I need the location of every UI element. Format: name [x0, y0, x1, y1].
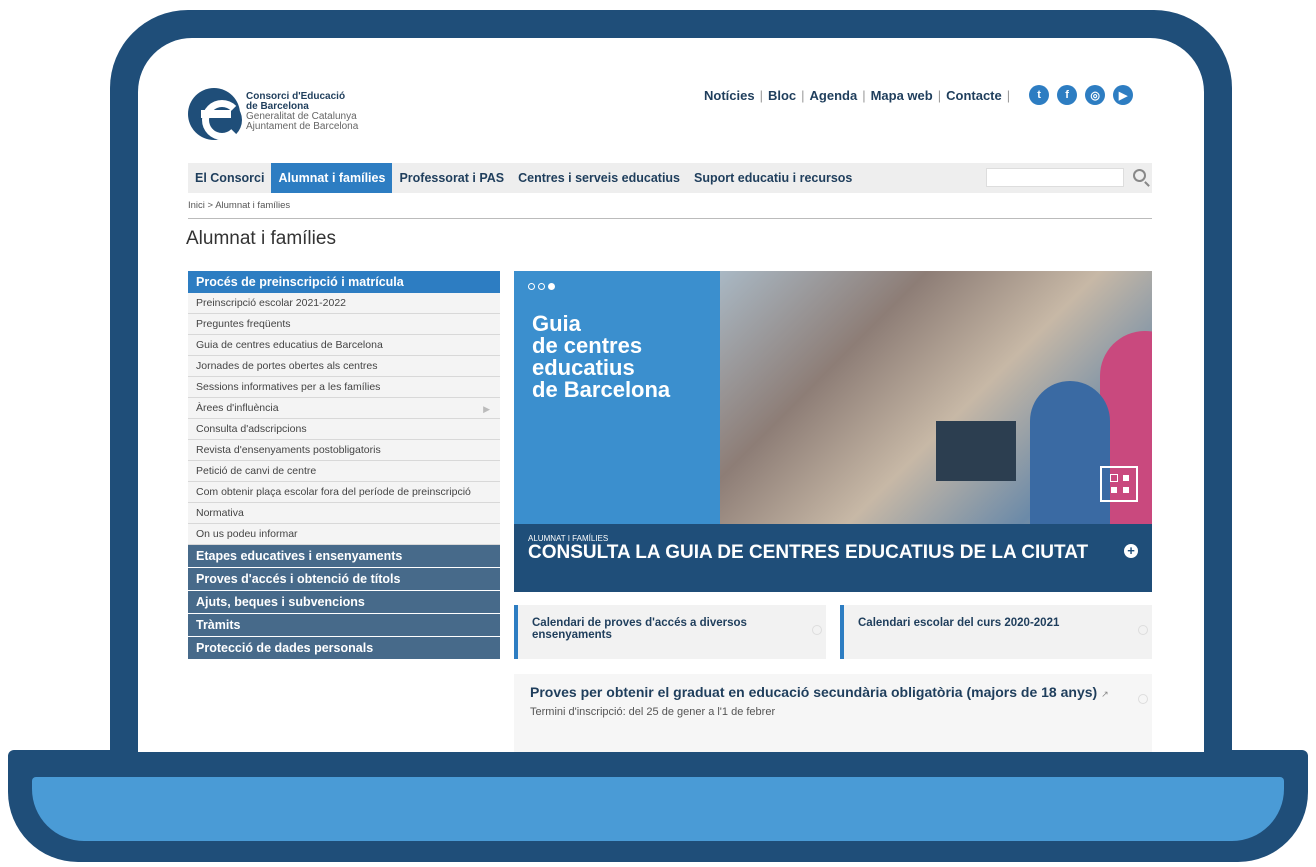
sidebar-item[interactable]: Guia de centres educatius de Barcelona: [188, 335, 500, 356]
card-title: Calendari de proves d'accés a diversos e…: [532, 617, 747, 641]
nav-centres-serveis[interactable]: Centres i serveis educatius: [511, 163, 687, 193]
nav-alumnat-families[interactable]: Alumnat i famílies: [271, 163, 393, 193]
sidebar-item[interactable]: Jornades de portes obertes als centres: [188, 356, 500, 377]
laptop-base-top: [32, 777, 1284, 841]
hero-title-line: educatius: [532, 355, 635, 380]
card-title: Proves per obtenir el graduat en educaci…: [530, 684, 1136, 703]
chevron-icon: [812, 625, 822, 635]
slider-dot-active[interactable]: [548, 283, 555, 290]
sidebar-item[interactable]: Com obtenir plaça escolar fora del perío…: [188, 482, 500, 503]
sidebar-item[interactable]: Petició de canvi de centre: [188, 461, 500, 482]
page-title: Alumnat i famílies: [186, 228, 336, 249]
logo-e-icon: [188, 88, 242, 140]
topnav-noticies[interactable]: Notícies: [704, 88, 755, 103]
chevron-icon: [1138, 625, 1148, 635]
hero-slider[interactable]: Guia de centres educatius de Barcelona A…: [514, 271, 1152, 592]
hero-title: Guia de centres educatius de Barcelona: [532, 313, 722, 401]
divider: [188, 218, 1152, 219]
hero-title-line: de Barcelona: [532, 377, 671, 402]
topnav-mapa-web[interactable]: Mapa web: [871, 88, 933, 103]
nav-el-consorci[interactable]: El Consorci: [188, 163, 271, 193]
school-building-icon: [1100, 466, 1138, 502]
sidebar-section[interactable]: Proves d'accés i obtenció de títols: [188, 568, 500, 591]
card-calendari-escolar[interactable]: Calendari escolar del curs 2020-2021: [840, 605, 1152, 659]
youtube-icon[interactable]: ▶: [1113, 85, 1134, 105]
logo-line4: Ajuntament de Barcelona: [246, 121, 359, 132]
separator: |: [862, 87, 866, 103]
top-navigation: Notícies | Bloc | Agenda | Mapa web | Co…: [704, 85, 1134, 105]
topnav-bloc[interactable]: Bloc: [768, 88, 796, 103]
sidebar-section[interactable]: Tràmits: [188, 614, 500, 637]
topnav-agenda[interactable]: Agenda: [810, 88, 858, 103]
chevron-icon: [1138, 694, 1148, 704]
separator: |: [1006, 87, 1011, 103]
card-calendari-proves[interactable]: Calendari de proves d'accés a diversos e…: [514, 605, 826, 659]
sidebar-item[interactable]: Preguntes freqüents: [188, 314, 500, 335]
sidebar-item[interactable]: Consulta d'adscripcions: [188, 419, 500, 440]
sidebar-menu: Procés de preinscripció i matrícula Prei…: [188, 271, 500, 660]
separator: |: [801, 87, 805, 103]
site-logo[interactable]: Consorci d'Educació de Barcelona General…: [188, 88, 358, 140]
topnav-contacte[interactable]: Contacte: [946, 88, 1002, 103]
sidebar-item[interactable]: On us podeu informar: [188, 524, 500, 545]
separator: |: [759, 87, 763, 103]
breadcrumb[interactable]: Inici > Alumnat i famílies: [188, 200, 290, 211]
card-proves-graduat[interactable]: Proves per obtenir el graduat en educaci…: [514, 674, 1152, 752]
hero-cta[interactable]: CONSULTA LA GUIA DE CENTRES EDUCATIUS DE…: [528, 542, 1088, 564]
hero-title-line: Guia: [532, 311, 581, 336]
arrow-right-icon: ▶: [483, 404, 490, 414]
sidebar-item[interactable]: Preinscripció escolar 2021-2022: [188, 293, 500, 314]
slider-dot[interactable]: [538, 283, 545, 290]
hero-caption-bar[interactable]: ALUMNAT I FAMÍLIES CONSULTA LA GUIA DE C…: [514, 524, 1152, 592]
search-input[interactable]: [986, 168, 1124, 187]
plus-icon[interactable]: +: [1124, 544, 1138, 558]
hero-title-line: de centres: [532, 333, 643, 358]
sidebar-section[interactable]: Etapes educatives i ensenyaments: [188, 545, 500, 568]
sidebar-section[interactable]: Protecció de dades personals: [188, 637, 500, 660]
nav-professorat-pas[interactable]: Professorat i PAS: [392, 163, 511, 193]
nav-suport-educatiu[interactable]: Suport educatiu i recursos: [687, 163, 859, 193]
logo-text: Consorci d'Educació de Barcelona General…: [246, 92, 358, 132]
hero-photo: [720, 271, 1152, 531]
laptop-screen: Consorci d'Educació de Barcelona General…: [138, 38, 1204, 752]
external-link-icon: ↗: [1101, 689, 1109, 699]
sidebar-head[interactable]: Procés de preinscripció i matrícula: [188, 271, 500, 293]
separator: |: [937, 87, 942, 103]
main-navigation: El Consorci Alumnat i famílies Professor…: [188, 163, 1152, 193]
sidebar-section[interactable]: Ajuts, beques i subvencions: [188, 591, 500, 614]
twitter-icon[interactable]: t: [1029, 85, 1050, 105]
search-icon[interactable]: [1133, 169, 1146, 182]
slider-dot[interactable]: [528, 283, 535, 290]
slider-dots: [528, 283, 558, 290]
photo-child: [1030, 381, 1110, 531]
card-title-text: Proves per obtenir el graduat en educaci…: [530, 684, 1098, 700]
sidebar-item[interactable]: Sessions informatives per a les famílies: [188, 377, 500, 398]
social-links: t f ◎ ▶: [1021, 85, 1134, 105]
sidebar-item[interactable]: Normativa: [188, 503, 500, 524]
facebook-icon[interactable]: f: [1057, 85, 1078, 105]
card-title: Calendari escolar del curs 2020-2021: [858, 617, 1060, 629]
sidebar-item-label: Àrees d'influència: [196, 402, 279, 414]
sidebar-item-arees[interactable]: Àrees d'influència ▶: [188, 398, 500, 419]
photo-books: [936, 421, 1016, 481]
card-subtitle: Termini d'inscripció: del 25 de gener a …: [530, 706, 776, 718]
sidebar-item[interactable]: Revista d'ensenyaments postobligatoris: [188, 440, 500, 461]
instagram-icon[interactable]: ◎: [1085, 85, 1106, 105]
